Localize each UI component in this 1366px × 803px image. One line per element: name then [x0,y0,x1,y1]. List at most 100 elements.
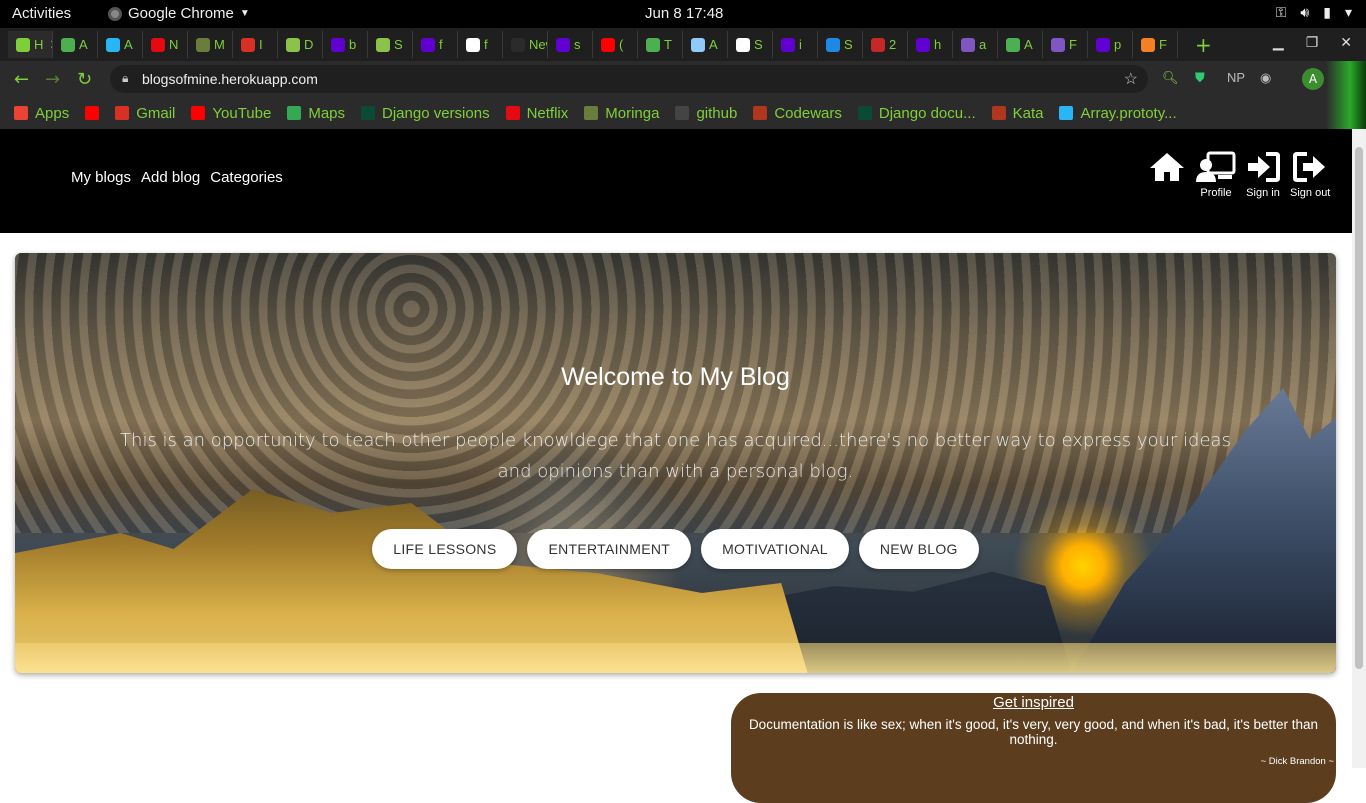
sign-in-icon [1248,152,1280,182]
browser-tab[interactable]: A [998,31,1043,58]
browser-tab[interactable]: F [1043,31,1088,58]
scrollbar-thumb[interactable] [1355,147,1363,669]
app-menu[interactable]: Google Chrome ▼ [108,5,250,22]
tab-favicon-icon [196,37,210,52]
tab-favicon-icon [1006,37,1020,52]
battery-icon[interactable]: ▮ [1323,4,1331,21]
bookmark-item[interactable]: Django docu... [857,104,976,122]
minimize-icon[interactable]: ▁ [1273,35,1284,51]
bookmark-label: Django versions [382,104,490,122]
browser-tab[interactable]: I [233,31,278,58]
shield-icon[interactable]: ⛊ [1195,70,1205,86]
tab-title: H [34,37,44,52]
browser-tab[interactable]: A [53,31,98,58]
bookmark-item[interactable]: Apps [14,105,69,122]
home-link[interactable] [1148,151,1186,199]
browser-tab[interactable]: a [953,31,998,58]
bookmark-label: Django docu... [878,104,976,122]
browser-tab[interactable]: A [98,31,143,58]
url-text[interactable]: blogsofmine.herokuapp.com [142,71,318,87]
browser-tab[interactable]: S [368,31,413,58]
browser-tab[interactable]: i [773,31,818,58]
np-extension-icon[interactable]: NP [1227,70,1245,85]
browser-tab[interactable]: N [143,31,188,58]
browser-tab[interactable]: T [638,31,683,58]
bookmark-item[interactable]: Array.prototy... [1059,104,1177,122]
bookmark-item[interactable] [85,106,100,120]
forward-icon[interactable]: → [45,69,60,90]
nav-link-add-blog[interactable]: Add blog [141,169,200,186]
bookmark-item[interactable]: Kata [991,104,1044,122]
bookmark-item[interactable]: Gmail [115,105,175,122]
bookmark-item[interactable]: Netflix [505,105,568,122]
clock[interactable]: Jun 8 17:48 [645,5,723,22]
bookmark-favicon-icon [115,106,130,120]
bookmark-label: Codewars [774,104,842,122]
window-controls: ▁ ❐ ✕ [1273,35,1352,51]
bookmark-item[interactable]: Moringa [584,105,659,122]
address-bar[interactable]: 🔒︎ blogsofmine.herokuapp.com ☆ [110,65,1148,93]
back-icon[interactable]: ← [14,69,29,90]
restore-icon[interactable]: ❐ [1306,35,1319,51]
browser-tab[interactable]: D [278,31,323,58]
tab-title: N [169,37,179,52]
browser-tab[interactable]: 2 [863,31,908,58]
browser-tab[interactable]: New [503,31,548,58]
motivational-button[interactable]: MOTIVATIONAL [701,529,849,569]
volume-icon[interactable]: 🔊︎ [1300,4,1309,21]
nav-link-my-blogs[interactable]: My blogs [71,169,131,186]
tab-favicon-icon [736,37,750,52]
nav-link-categories[interactable]: Categories [210,169,283,186]
get-inspired-link[interactable]: Get inspired [731,694,1336,711]
search-extension-icon[interactable]: 🔍︎ [1162,70,1179,86]
bookmark-label: Kata [1012,104,1044,122]
bookmark-item[interactable]: Codewars [753,105,842,122]
bookmark-favicon-icon [361,106,376,120]
browser-tab[interactable]: M [188,31,233,58]
browser-tab[interactable]: S [818,31,863,58]
browser-tab[interactable]: p [1088,31,1133,58]
sign-in-link[interactable]: Sign in [1246,151,1280,199]
browser-tab[interactable]: f [458,31,503,58]
tab-title: I [259,37,263,52]
tab-favicon-icon [1141,37,1155,52]
system-tray[interactable]: ⚿ 🔊︎ ▮ ▾ [1276,4,1352,21]
bookmark-favicon-icon [1059,106,1074,120]
close-icon[interactable]: ✕ [1340,35,1352,51]
app-name: Google Chrome [128,5,234,22]
bookmark-item[interactable]: Maps [287,105,345,122]
tab-title: M [214,37,225,52]
circle-extension-icon[interactable]: ◉ [1260,70,1271,86]
network-icon[interactable]: ⚿ [1276,4,1287,21]
tab-title: 2 [889,37,897,52]
browser-tab[interactable]: b [323,31,368,58]
browser-tab[interactable]: s [548,31,593,58]
bookmark-item[interactable]: YouTube [191,105,271,122]
profile-icon [1196,151,1236,182]
tab-title: s [574,37,581,52]
profile-link[interactable]: Profile [1196,151,1236,199]
browser-tab[interactable]: H✕ [8,31,53,58]
avatar[interactable]: A [1302,68,1324,90]
lock-icon[interactable]: 🔒︎ [122,71,128,86]
new-tab-icon[interactable]: + [1195,33,1212,57]
new-blog-button[interactable]: NEW BLOG [858,529,979,569]
bookmark-item[interactable]: Django versions [361,105,490,122]
bookmark-label: Array.prototy... [1080,104,1177,122]
browser-tab[interactable]: S [728,31,773,58]
entertainment-button[interactable]: ENTERTAINMENT [527,529,692,569]
reload-icon[interactable]: ↻ [77,69,92,90]
browser-tab[interactable]: h [908,31,953,58]
sign-out-link[interactable]: Sign out [1290,151,1330,199]
tab-title: p [1114,37,1122,52]
browser-tab[interactable]: ( [593,31,638,58]
bookmark-star-icon[interactable]: ☆ [1124,69,1138,89]
caret-down-icon[interactable]: ▾ [1345,4,1352,21]
browser-tab[interactable]: f [413,31,458,58]
life-lessons-button[interactable]: LIFE LESSONS [372,529,518,569]
activities-button[interactable]: Activities [12,5,71,22]
scrollbar[interactable] [1352,129,1366,768]
bookmark-item[interactable]: github [675,105,737,122]
browser-tab[interactable]: A [683,31,728,58]
browser-tab[interactable]: F [1133,31,1178,58]
